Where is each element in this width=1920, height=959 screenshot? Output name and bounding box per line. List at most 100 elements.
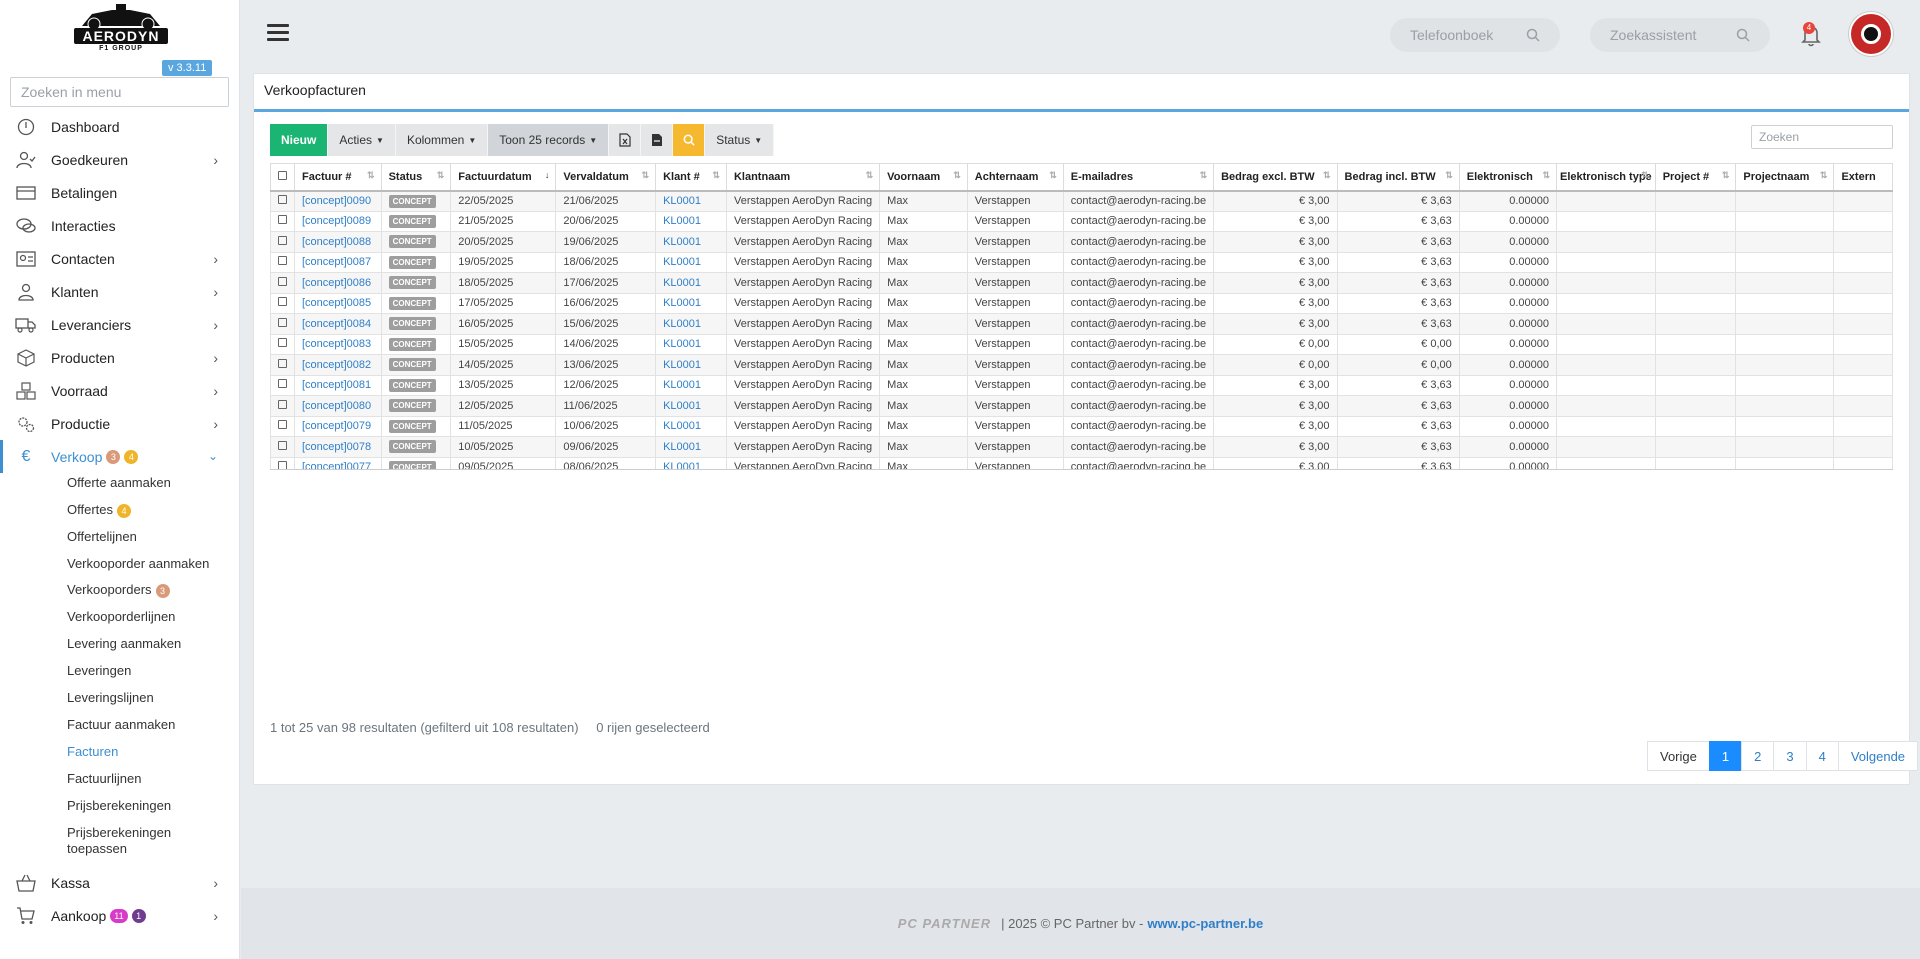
sidebar-item-contacten[interactable]: Contacten ›: [0, 242, 240, 275]
footer-link[interactable]: www.pc-partner.be: [1147, 916, 1263, 931]
invoice-number-link[interactable]: [concept]0081: [294, 374, 382, 396]
invoice-number-link[interactable]: [concept]0084: [294, 313, 382, 335]
submenu-verkooporderlijnen[interactable]: Verkooporderlijnen: [67, 609, 175, 624]
submenu-offerte-aanmaken[interactable]: Offerte aanmaken: [67, 475, 171, 490]
invoice-number-link[interactable]: [concept]0079: [294, 415, 382, 437]
table-row[interactable]: [concept]0083 CONCEPT 15/05/2025 14/06/2025…: [270, 333, 1893, 355]
column-header[interactable]: Achternaam ⇅: [966, 163, 1064, 192]
customer-number-link[interactable]: KL0001: [655, 210, 727, 232]
column-header[interactable]: Elektronisch ⇅: [1458, 163, 1557, 192]
table-row[interactable]: [concept]0080 CONCEPT 12/05/2025 11/06/2025…: [270, 395, 1893, 417]
column-header[interactable]: Extern: [1833, 163, 1893, 192]
row-checkbox[interactable]: [270, 333, 295, 355]
table-row[interactable]: [concept]0086 CONCEPT 18/05/2025 17/06/2025…: [270, 272, 1893, 294]
customer-number-link[interactable]: KL0001: [655, 251, 727, 273]
new-button[interactable]: Nieuw: [270, 124, 329, 156]
table-row[interactable]: [concept]0082 CONCEPT 14/05/2025 13/06/2025…: [270, 354, 1893, 376]
row-checkbox[interactable]: [270, 272, 295, 294]
export-excel-button[interactable]: [609, 124, 642, 156]
invoice-number-link[interactable]: [concept]0089: [294, 210, 382, 232]
column-header[interactable]: E-mailadres ⇅: [1062, 163, 1215, 192]
row-checkbox[interactable]: [270, 374, 295, 396]
submenu-facturen[interactable]: Facturen: [67, 744, 118, 759]
invoice-number-link[interactable]: [concept]0088: [294, 231, 382, 253]
customer-number-link[interactable]: KL0001: [655, 313, 727, 335]
table-row[interactable]: [concept]0079 CONCEPT 11/05/2025 10/06/2025…: [270, 415, 1893, 437]
customer-number-link[interactable]: KL0001: [655, 436, 727, 458]
table-row[interactable]: [concept]0078 CONCEPT 10/05/2025 09/06/2025…: [270, 436, 1893, 458]
customer-number-link[interactable]: KL0001: [655, 272, 727, 294]
table-row[interactable]: [concept]0084 CONCEPT 16/05/2025 15/06/2025…: [270, 313, 1893, 335]
row-checkbox[interactable]: [270, 456, 295, 469]
row-checkbox[interactable]: [270, 313, 295, 335]
invoice-number-link[interactable]: [concept]0083: [294, 333, 382, 355]
sidebar-item-aankoop[interactable]: Aankoop 11 1 ›: [0, 899, 240, 932]
hamburger-menu-icon[interactable]: [267, 24, 289, 42]
row-checkbox[interactable]: [270, 292, 295, 314]
pagination-next[interactable]: Volgende: [1837, 741, 1919, 771]
page-length-dropdown[interactable]: Toon 25 records ▼: [488, 124, 610, 156]
status-dropdown[interactable]: Status ▼: [705, 124, 775, 156]
columns-dropdown[interactable]: Kolommen ▼: [395, 124, 489, 156]
export-pdf-button[interactable]: [641, 124, 674, 156]
avatar[interactable]: [1849, 12, 1893, 56]
submenu-factuur-aanmaken[interactable]: Factuur aanmaken: [67, 717, 175, 732]
column-header[interactable]: Projectnaam ⇅: [1735, 163, 1835, 192]
table-row[interactable]: [concept]0085 CONCEPT 17/05/2025 16/06/2025…: [270, 292, 1893, 314]
pagination-page-3[interactable]: 3: [1773, 741, 1807, 771]
customer-number-link[interactable]: KL0001: [655, 374, 727, 396]
table-row[interactable]: [concept]0087 CONCEPT 19/05/2025 18/06/2025…: [270, 251, 1893, 273]
customer-number-link[interactable]: KL0001: [655, 354, 727, 376]
sidebar-item-dashboard[interactable]: Dashboard: [0, 110, 240, 143]
row-checkbox[interactable]: [270, 251, 295, 273]
column-header[interactable]: Bedrag excl. BTW ⇅: [1213, 163, 1338, 192]
sidebar-item-betalingen[interactable]: Betalingen: [0, 176, 240, 209]
submenu-verkooporder-aanmaken[interactable]: Verkooporder aanmaken: [67, 556, 209, 571]
sidebar-item-producten[interactable]: Producten ›: [0, 341, 240, 374]
column-header[interactable]: Status ⇅: [380, 163, 452, 192]
column-header[interactable]: Bedrag incl. BTW ⇅: [1336, 163, 1460, 192]
pagination-page-2[interactable]: 2: [1741, 741, 1775, 771]
column-header[interactable]: Factuur # ⇅: [294, 163, 382, 192]
customer-number-link[interactable]: KL0001: [655, 415, 727, 437]
pagination-page-1[interactable]: 1: [1708, 741, 1743, 771]
sidebar-item-verkoop[interactable]: € Verkoop 3 4 ⌄: [0, 440, 240, 473]
pagination-previous[interactable]: Vorige: [1647, 741, 1710, 771]
invoice-number-link[interactable]: [concept]0087: [294, 251, 382, 273]
column-header[interactable]: Klant # ⇅: [655, 163, 727, 192]
invoice-number-link[interactable]: [concept]0077: [294, 456, 382, 469]
sidebar-item-goedkeuren[interactable]: Goedkeuren ›: [0, 143, 240, 176]
submenu-prijsberekeningen[interactable]: Prijsberekeningen: [67, 798, 171, 813]
sidebar-item-productie[interactable]: Productie ›: [0, 407, 240, 440]
sidebar-item-leveranciers[interactable]: Leveranciers ›: [0, 308, 240, 341]
submenu-levering-aanmaken[interactable]: Levering aanmaken: [67, 636, 181, 651]
customer-number-link[interactable]: KL0001: [655, 395, 727, 417]
submenu-prijsberekeningen-toepassen[interactable]: Prijsberekeningen toepassen: [67, 825, 187, 857]
invoice-number-link[interactable]: [concept]0078: [294, 436, 382, 458]
sidebar-item-kassa[interactable]: Kassa ›: [0, 866, 240, 899]
sidebar-item-voorraad[interactable]: Voorraad ›: [0, 374, 240, 407]
submenu-offertes[interactable]: Offertes 4: [67, 502, 132, 518]
row-checkbox[interactable]: [270, 395, 295, 417]
customer-number-link[interactable]: KL0001: [655, 292, 727, 314]
table-row[interactable]: [concept]0081 CONCEPT 13/05/2025 12/06/2025…: [270, 374, 1893, 396]
row-checkbox[interactable]: [270, 210, 295, 232]
menu-search-input[interactable]: [10, 77, 229, 107]
table-row[interactable]: [concept]0089 CONCEPT 21/05/2025 20/06/2025…: [270, 210, 1893, 232]
row-checkbox[interactable]: [270, 190, 295, 212]
table-search-input[interactable]: [1751, 125, 1893, 149]
column-header[interactable]: Voornaam ⇅: [879, 163, 968, 192]
pagination-page-4[interactable]: 4: [1805, 741, 1839, 771]
submenu-leveringen[interactable]: Leveringen: [67, 663, 131, 678]
search-toggle-button[interactable]: [673, 124, 706, 156]
submenu-offertelijnen[interactable]: Offertelijnen: [67, 529, 137, 544]
column-header[interactable]: Project # ⇅: [1654, 163, 1737, 192]
sidebar-item-interacties[interactable]: Interacties: [0, 209, 240, 242]
row-checkbox[interactable]: [270, 354, 295, 376]
invoice-number-link[interactable]: [concept]0085: [294, 292, 382, 314]
sidebar-item-klanten[interactable]: Klanten ›: [0, 275, 240, 308]
column-header[interactable]: Klantnaam ⇅: [725, 163, 881, 192]
invoice-number-link[interactable]: [concept]0086: [294, 272, 382, 294]
invoice-number-link[interactable]: [concept]0090: [294, 190, 382, 212]
submenu-leveringslijnen[interactable]: Leveringslijnen: [67, 690, 154, 705]
